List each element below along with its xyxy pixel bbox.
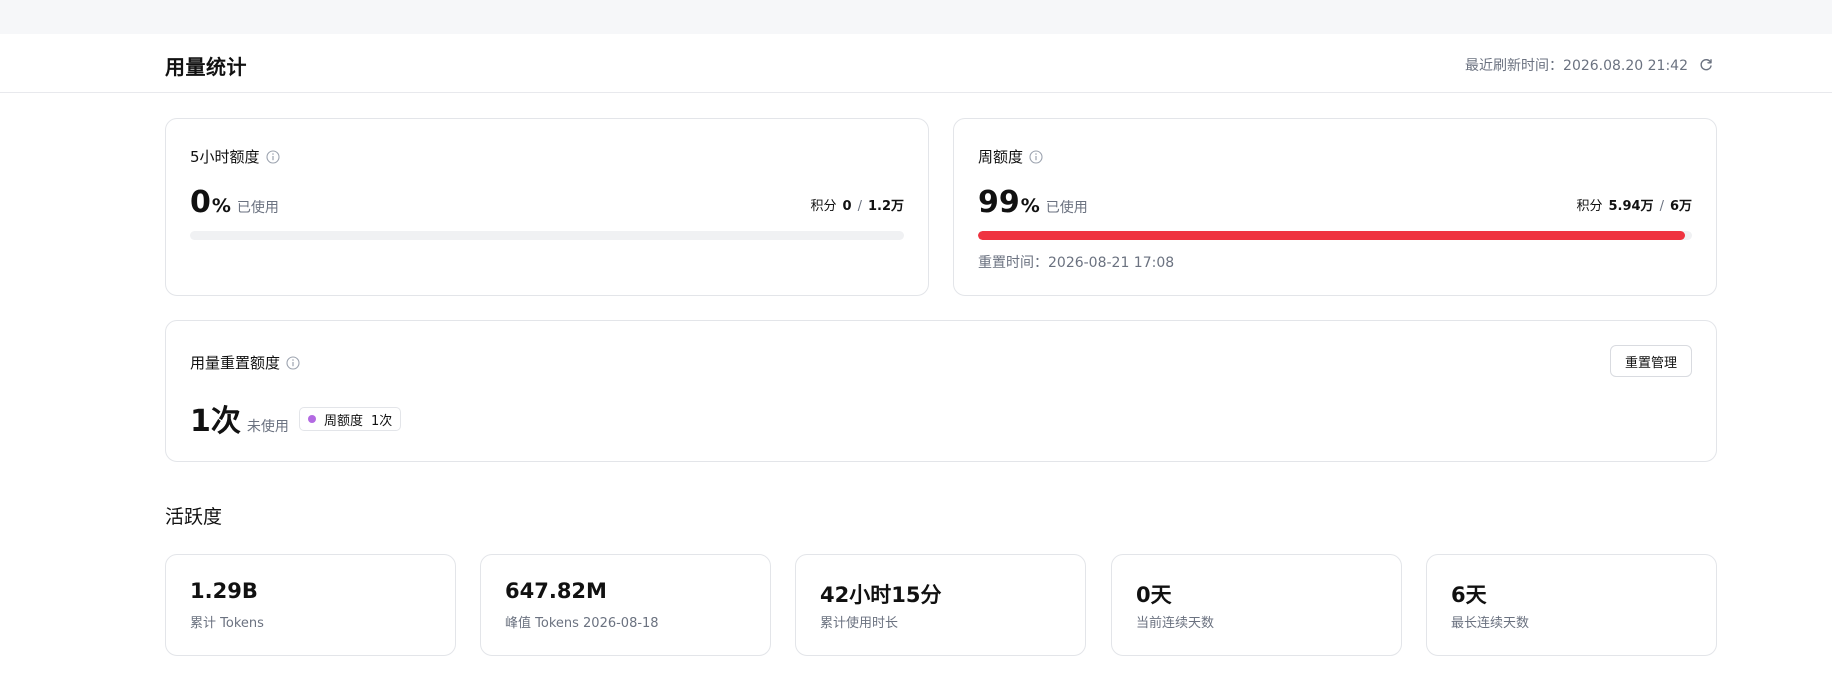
reset-quota-title: 用量重置额度	[190, 352, 300, 373]
reset-quota-usage: 1次 未使用	[190, 396, 289, 440]
quota-week-points: 积分 5.94万 / 6万	[1576, 195, 1692, 214]
tag-label: 周额度	[324, 413, 364, 429]
reset-quota-unused-label: 未使用	[246, 419, 289, 435]
tag-dot	[308, 415, 316, 423]
stat-label: 累计 Tokens	[190, 616, 264, 631]
quota-5h-title: 5小时额度	[190, 146, 280, 167]
quota-5h-card: 5小时额度 0 % 已使用 积分 0 / 1.2万	[165, 118, 929, 296]
points-label: 积分	[810, 199, 837, 214]
stat-value: 1.29B	[190, 579, 258, 603]
refresh-time: 最近刷新时间：2026.08.20 21:42	[1465, 58, 1688, 74]
stat-value: 647.82M	[505, 579, 607, 603]
stat-value: 6天	[1451, 583, 1487, 607]
stat-label: 峰值 Tokens 2026-08-18	[505, 616, 659, 631]
quota-5h-used-label: 已使用	[236, 200, 279, 216]
quota-week-card: 周额度 99 % 已使用 积分 5.94万 / 6万 重置时间：2026-08-…	[953, 118, 1717, 296]
stat-label: 最长连续天数	[1451, 616, 1530, 631]
quota-week-reset-time: 重置时间：2026-08-21 17:08	[978, 255, 1175, 271]
info-icon[interactable]	[1029, 149, 1043, 164]
quota-week-percent-unit: %	[1020, 195, 1040, 217]
quota-5h-percent: 0	[190, 185, 211, 220]
stat-card: 647.82M 峰值 Tokens 2026-08-18	[480, 554, 771, 656]
points-separator: /	[1659, 199, 1664, 214]
info-icon[interactable]	[265, 149, 280, 164]
page-title: 用量统计	[165, 55, 247, 79]
quota-5h-title-text: 5小时额度	[190, 148, 260, 166]
quota-week-progress-fill	[978, 231, 1685, 240]
info-icon[interactable]	[286, 355, 300, 370]
refresh-info: 最近刷新时间：2026.08.20 21:42	[1465, 55, 1714, 75]
points-total: 6万	[1669, 199, 1692, 214]
stat-card: 1.29B 累计 Tokens	[165, 554, 456, 656]
refresh-icon[interactable]	[1698, 57, 1714, 73]
reset-quota-title-text: 用量重置额度	[190, 354, 281, 372]
points-separator: /	[857, 199, 862, 214]
reset-quota-tag: 周额度 1次	[299, 407, 402, 431]
reset-quota-card: 用量重置额度 重置管理 1次 未使用 周额度 1次	[165, 320, 1717, 462]
stat-card: 6天 最长连续天数	[1426, 554, 1717, 656]
points-used: 5.94万	[1608, 199, 1654, 214]
activity-title: 活跃度	[165, 506, 223, 528]
reset-quota-count: 1次	[190, 404, 241, 439]
top-strip	[0, 0, 1832, 34]
quota-5h-points: 积分 0 / 1.2万	[811, 195, 904, 214]
quota-week-title: 周额度	[978, 146, 1043, 167]
quota-5h-usage: 0 % 已使用	[190, 185, 279, 220]
stat-card: 0天 当前连续天数	[1111, 554, 1402, 656]
points-used: 0	[842, 199, 852, 214]
points-label: 积分	[1576, 199, 1603, 214]
stat-label: 累计使用时长	[820, 616, 899, 631]
stat-value: 0天	[1136, 583, 1172, 607]
points-total: 1.2万	[867, 199, 904, 214]
quota-5h-percent-unit: %	[211, 195, 231, 217]
stat-value: 42小时15分	[820, 583, 942, 607]
tag-count: 1次	[371, 413, 393, 429]
quota-week-used-label: 已使用	[1045, 200, 1088, 216]
quota-week-title-text: 周额度	[978, 148, 1024, 166]
stat-card: 42小时15分 累计使用时长	[795, 554, 1086, 656]
quota-week-percent: 99	[978, 185, 1020, 220]
header: 用量统计 最近刷新时间：2026.08.20 21:42	[0, 34, 1832, 93]
stat-label: 当前连续天数	[1136, 616, 1215, 631]
quota-5h-progress-bar	[190, 231, 904, 240]
quota-week-progress-bar	[978, 231, 1692, 240]
quota-week-usage: 99 % 已使用	[978, 185, 1088, 220]
reset-manage-button[interactable]: 重置管理	[1609, 345, 1692, 377]
